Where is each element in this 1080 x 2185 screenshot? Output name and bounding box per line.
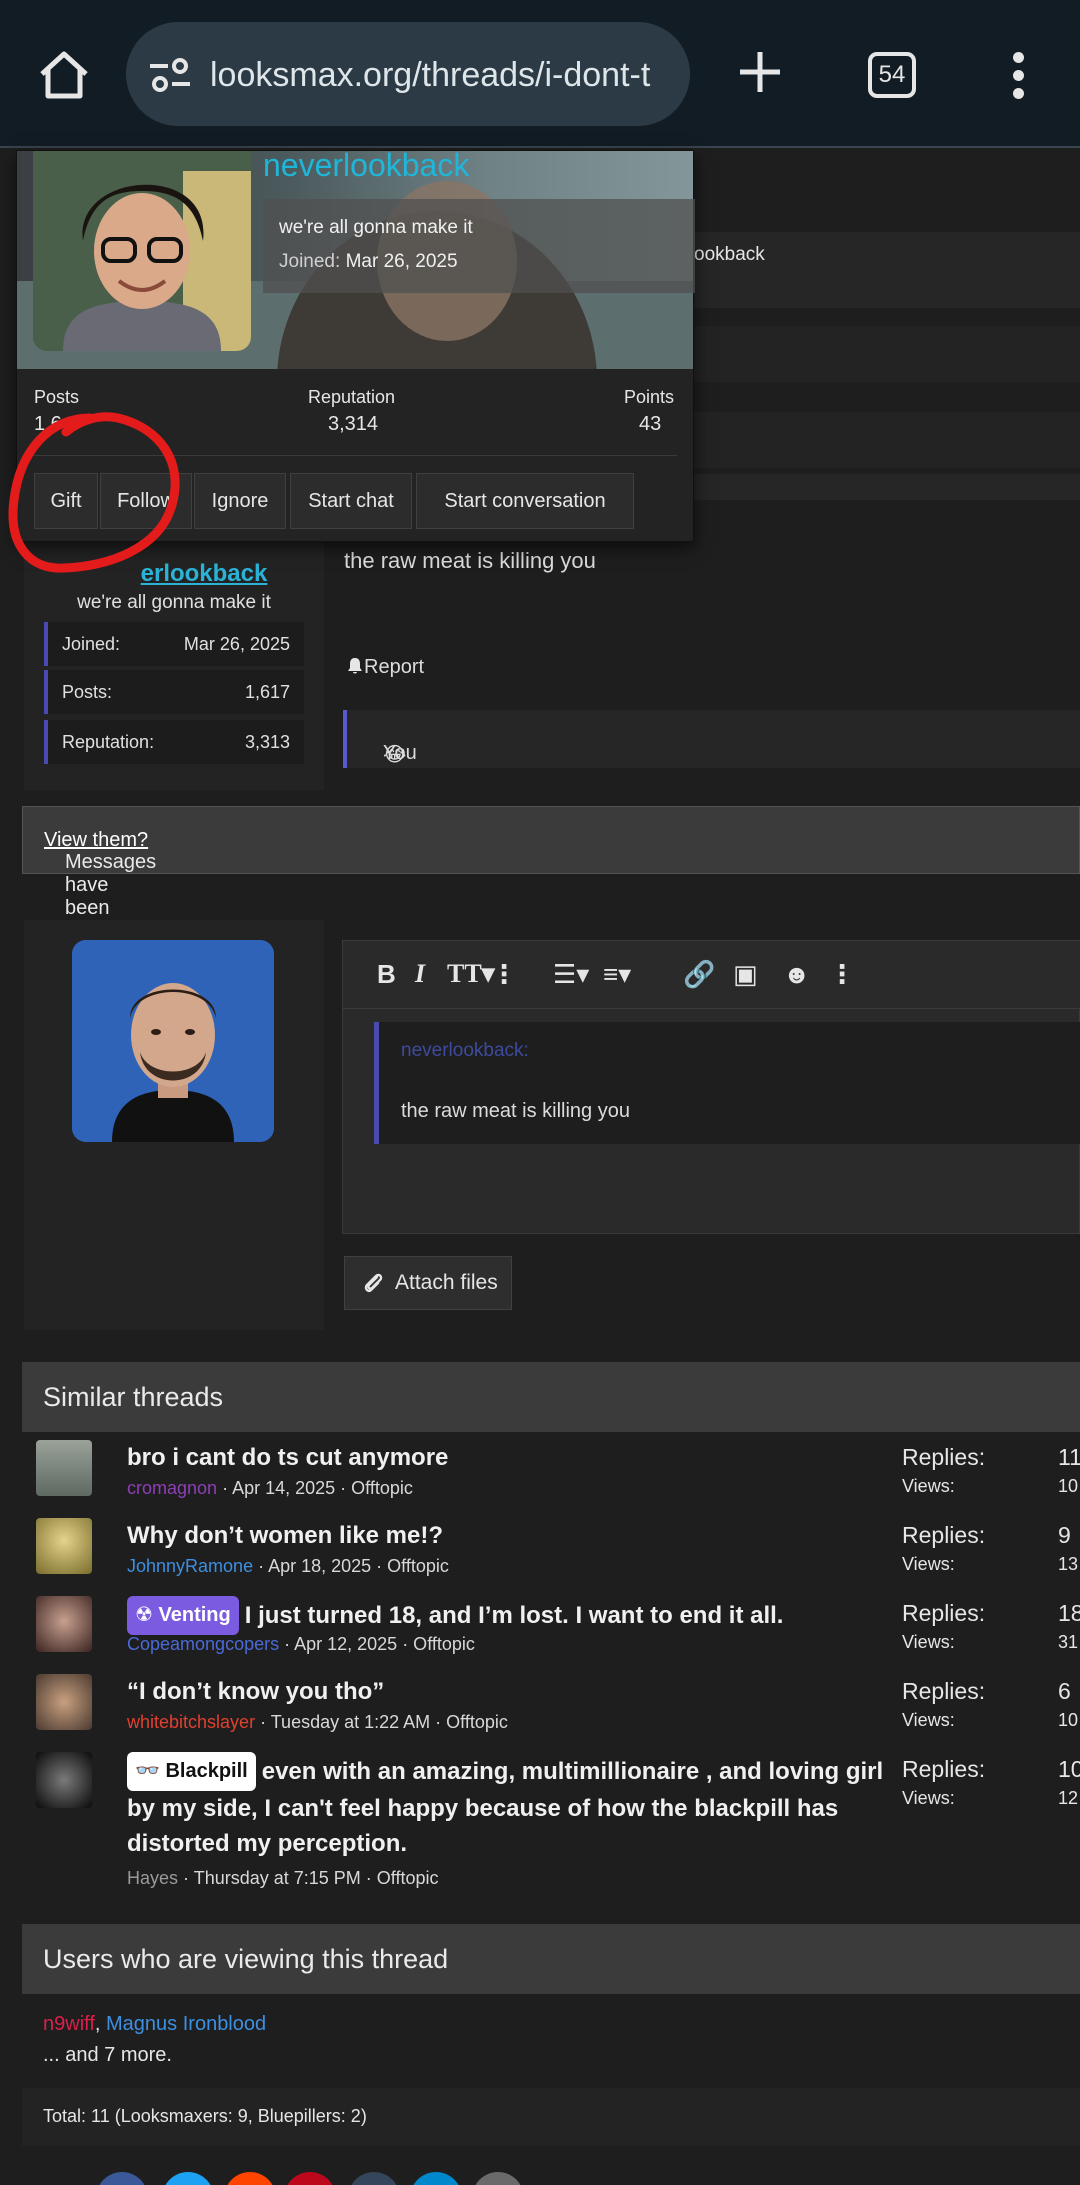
member-info-box: we're all gonna make it Joined: Mar 26, … [263,199,695,293]
member-username[interactable]: neverlookback [263,147,469,184]
post-author-title: we're all gonna make it [77,592,271,613]
more-text-options-icon[interactable]: ⋮ [491,959,517,990]
thread-title[interactable]: bro i cant do ts cut anymore [127,1440,887,1475]
bold-icon[interactable]: B [377,959,396,990]
mention-strip: ookback [694,232,1080,308]
paperclip-icon [364,1273,383,1293]
start-conversation-button[interactable]: Start conversation [416,473,634,529]
quoted-message: neverlookback: the raw meat is killing y… [374,1022,1080,1144]
share-twitter-icon[interactable] [162,2172,214,2185]
url-text[interactable]: looksmax.org/threads/i-dont-t [210,56,670,95]
stat-points-label: Points [624,387,675,407]
thread-title[interactable]: 👓 Blackpill even with an amazing, multimi… [127,1752,887,1861]
reactions-bar[interactable]: 😂 You [343,710,1080,768]
thread-author[interactable]: Copeamongcopers [127,1634,279,1654]
thread-author-avatar[interactable] [36,1440,92,1496]
mention-fragment: ookback [694,244,765,265]
follow-button[interactable]: Follow [100,473,192,529]
stat-posts-value[interactable]: 1,6 [34,413,62,436]
background-row [694,326,1080,382]
home-icon[interactable] [38,50,90,100]
text-size-icon[interactable]: TT▾ [447,959,495,989]
thread-author-avatar[interactable] [36,1674,92,1730]
view-them-link[interactable]: View them? [44,829,148,851]
browser-toolbar: looksmax.org/threads/i-dont-t 54 [0,0,1080,148]
member-title: we're all gonna make it [279,217,473,238]
new-messages-notice: Messages have been posted since you load… [22,806,1080,1011]
thread-header-strip [694,150,1080,210]
thread-author-avatar[interactable] [36,1596,92,1652]
reaction-users: You [383,742,417,764]
stat-reputation-label: Reputation [308,387,396,407]
users-viewing-heading: Users who are viewing this thread [22,1924,1080,1994]
viewing-users-list: n9wiff, Magnus Ironblood [43,2013,267,2035]
post-stat-joined: Joined: Mar 26, 2025 [44,622,304,666]
list-icon[interactable]: ☰▾ [553,959,589,990]
divider [33,455,677,456]
thread-title[interactable]: “I don’t know you tho” [127,1674,887,1709]
thread-author[interactable]: Hayes [127,1868,178,1888]
share-facebook-icon[interactable] [96,2172,148,2185]
share-tumblr-icon[interactable] [348,2172,400,2185]
current-user-avatar [72,940,274,1142]
link-icon[interactable]: 🔗 [683,959,715,990]
member-tooltip-card: neverlookback we're all gonna make it Jo… [16,147,695,542]
thread-author[interactable]: cromagnon [127,1478,217,1498]
stat-posts-label: Posts [34,387,80,407]
site-settings-icon[interactable] [148,58,192,92]
venting-prefix-badge[interactable]: ☢ Venting [127,1596,239,1635]
member-avatar[interactable] [33,151,251,351]
quote-author[interactable]: neverlookback: [401,1040,529,1062]
editor-toolbar: B I TT▾ ⋮ ☰▾ ≡▾ 🔗 ▣ ☻ ⋮ [343,941,1080,1009]
viewing-user-link[interactable]: n9wiff [43,2013,95,2035]
thread-author[interactable]: JohnnyRamone [127,1556,253,1576]
share-telegram-icon[interactable] [410,2172,462,2185]
italic-icon[interactable]: I [415,959,425,989]
thread-author[interactable]: whitebitchslayer [127,1712,255,1732]
share-pinterest-icon[interactable] [284,2172,336,2185]
post-message: the raw meat is killing you [344,548,596,573]
thread-title[interactable]: ☢ Venting I just turned 18, and I’m lost.… [127,1596,887,1635]
share-link-icon[interactable] [472,2172,524,2185]
bell-icon [348,658,362,674]
viewing-more-text: ... and 7 more. [43,2044,172,2066]
ignore-button[interactable]: Ignore [194,473,286,529]
similar-threads-heading: Similar threads [22,1362,1080,1432]
thread-author-avatar[interactable] [36,1518,92,1574]
share-reddit-icon[interactable] [224,2172,276,2185]
stat-reputation-value: 3,314 [328,413,379,435]
address-bar[interactable]: looksmax.org/threads/i-dont-t [126,22,690,126]
attach-files-button[interactable]: Attach files [344,1256,512,1310]
viewing-user-link[interactable]: Magnus Ironblood [106,2013,266,2035]
image-icon[interactable]: ▣ [733,959,758,990]
stat-points-value[interactable]: 43 [639,413,661,436]
viewing-total: Total: 11 (Looksmaxers: 9, Bluepillers: … [22,2088,1080,2146]
more-menu-icon[interactable] [1008,52,1028,100]
member-joined-date: Mar 26, 2025 [345,251,458,272]
background-row [694,412,1080,468]
more-insert-options-icon[interactable]: ⋮ [829,959,855,990]
gift-button[interactable]: Gift [34,473,98,529]
emoji-icon[interactable]: ☻ [783,959,810,990]
start-chat-button[interactable]: Start chat [290,473,412,529]
tab-switcher-button[interactable]: 54 [868,52,916,98]
post-stat-posts: Posts: 1,617 [44,670,304,714]
blackpill-prefix-badge[interactable]: 👓 Blackpill [127,1752,256,1791]
new-tab-icon[interactable] [738,50,782,94]
quote-text: the raw meat is killing you [401,1100,630,1122]
align-icon[interactable]: ≡▾ [603,959,631,990]
thread-author-avatar[interactable] [36,1752,92,1808]
post-stat-reputation: Reputation: 3,313 [44,720,304,764]
report-link[interactable]: Report [346,656,424,679]
post-author-link[interactable]: erlookback [24,560,324,588]
thread-title[interactable]: Why don’t women like me!? [127,1518,887,1553]
